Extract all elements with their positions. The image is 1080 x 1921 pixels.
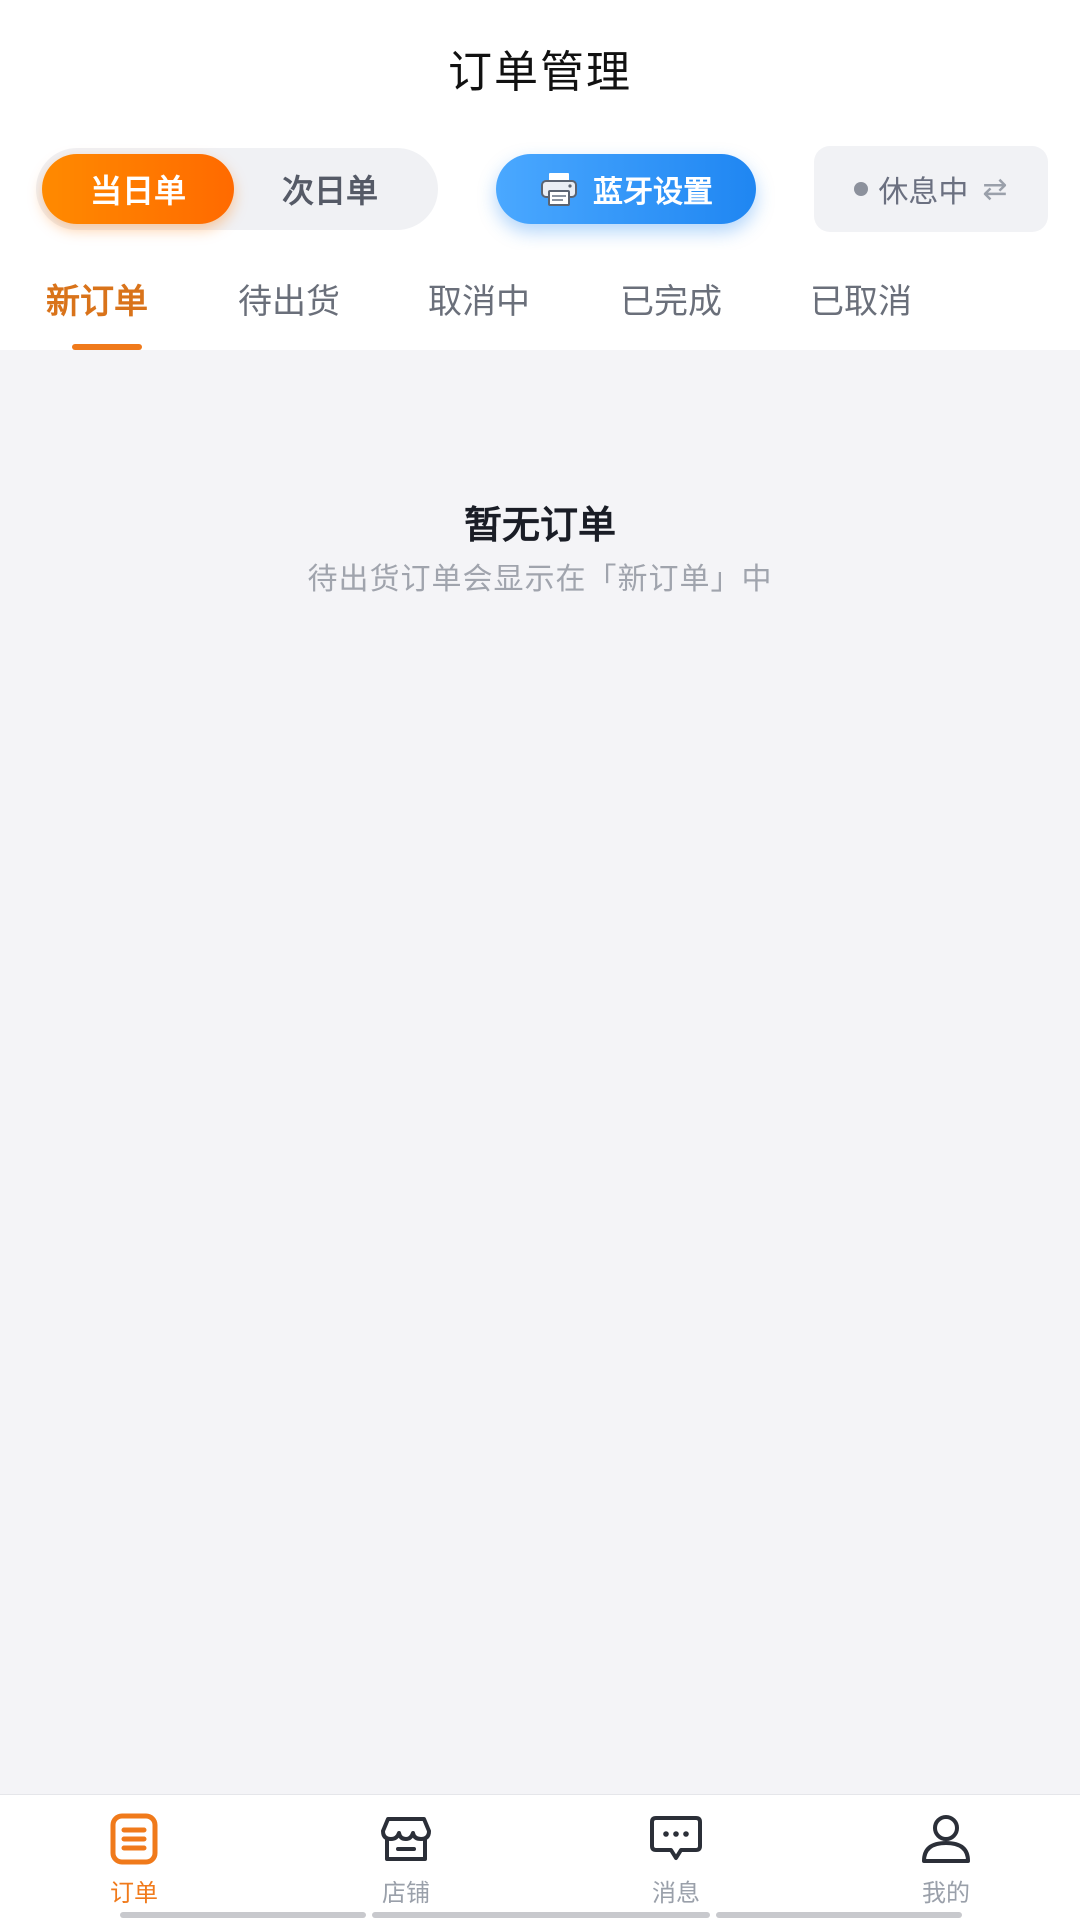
nav-item-orders[interactable]: 订单 <box>54 1813 214 1913</box>
home-indicator <box>372 1912 710 1918</box>
tab-new-orders[interactable]: 新订单 <box>46 274 148 323</box>
nav-label-orders: 订单 <box>110 1879 158 1907</box>
nav-label-store: 店铺 <box>382 1879 430 1907</box>
header: 订单管理 <box>0 0 1080 130</box>
empty-state-title: 暂无订单 <box>463 503 616 547</box>
next-day-orders-button[interactable]: 次日单 <box>234 154 426 224</box>
bottom-nav: 订单 店铺 消息 我的 <box>0 1794 1080 1921</box>
status-dot <box>854 182 869 196</box>
nav-item-me[interactable]: 我的 <box>866 1813 1026 1913</box>
message-icon <box>650 1816 702 1860</box>
empty-state-subtitle: 待出货订单会显示在「新订单」中 <box>307 562 773 597</box>
home-indicator <box>120 1912 366 1918</box>
tab-cancelling[interactable]: 取消中 <box>428 274 530 323</box>
swap-icon: ⇄ <box>982 171 1008 207</box>
toolbar: 当日单 次日单 蓝牙设置 休息中 ⇄ <box>0 130 1080 250</box>
status-label: 休息中 <box>878 175 969 210</box>
bluetooth-settings-label: 蓝牙设置 <box>593 175 713 210</box>
order-status-tabs: 新订单 待出货 取消中 已完成 已取消 <box>0 250 1080 350</box>
nav-label-messages: 消息 <box>652 1879 700 1907</box>
nav-item-store[interactable]: 店铺 <box>326 1813 486 1913</box>
tab-completed[interactable]: 已完成 <box>620 274 722 323</box>
order-list-icon <box>110 1813 158 1865</box>
tab-cancelled[interactable]: 已取消 <box>810 274 912 323</box>
home-indicator <box>716 1912 962 1918</box>
store-icon <box>381 1817 431 1861</box>
nav-item-messages[interactable]: 消息 <box>596 1813 756 1913</box>
nav-label-me: 我的 <box>922 1879 970 1907</box>
today-orders-button[interactable]: 当日单 <box>42 154 234 224</box>
bluetooth-settings-button[interactable]: 蓝牙设置 <box>496 154 756 224</box>
page-title: 订单管理 <box>448 47 632 98</box>
printer-icon <box>539 171 579 207</box>
day-toggle: 当日单 次日单 <box>36 148 438 230</box>
user-icon <box>922 1815 970 1863</box>
tab-pending-shipment[interactable]: 待出货 <box>238 274 340 323</box>
order-list-area: 暂无订单 待出货订单会显示在「新订单」中 <box>0 350 1080 1794</box>
store-status-toggle[interactable]: 休息中 ⇄ <box>814 146 1048 232</box>
